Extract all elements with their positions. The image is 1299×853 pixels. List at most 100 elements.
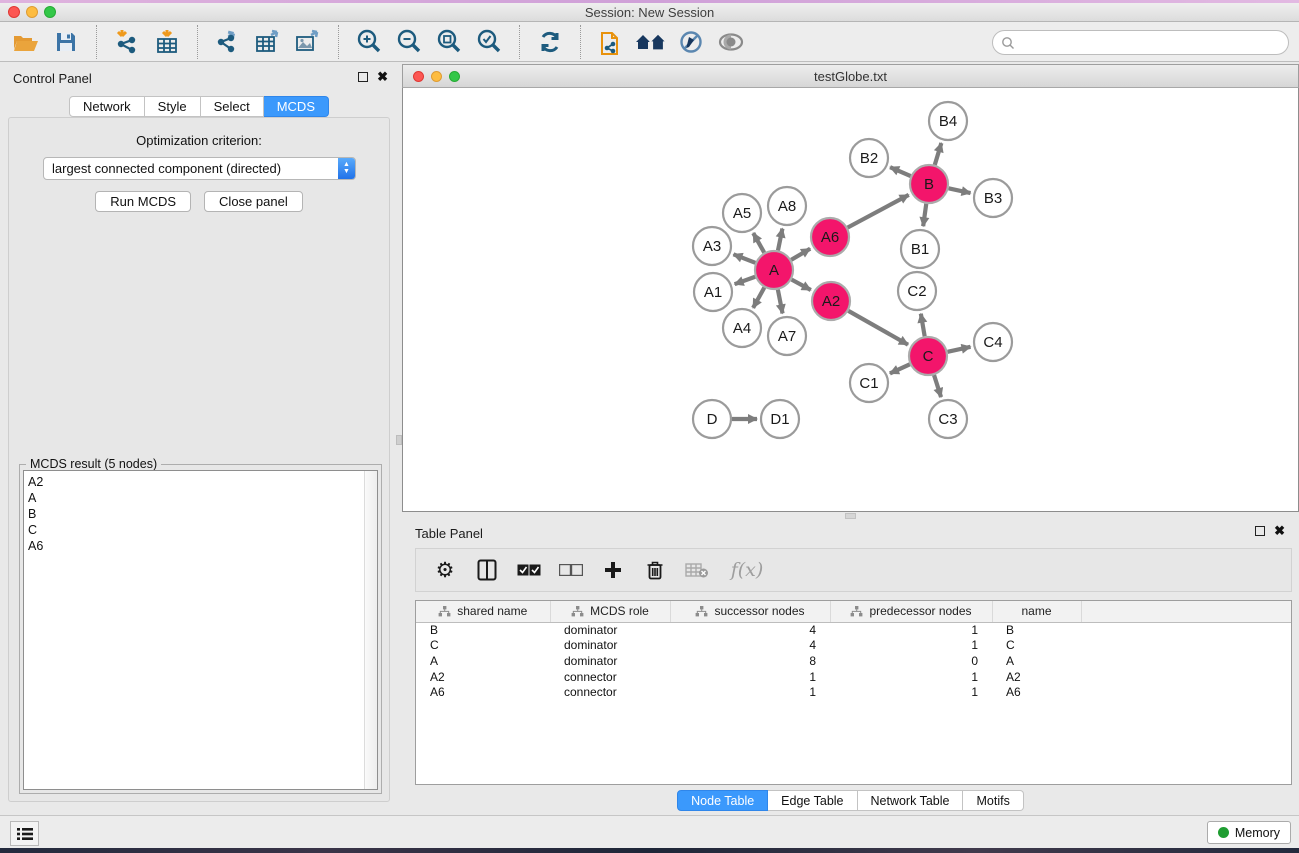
cell-predecessor-nodes[interactable]: 1 xyxy=(830,670,992,686)
close-panel-icon[interactable]: ✖ xyxy=(377,72,388,82)
scrollbar-track[interactable] xyxy=(364,471,377,789)
zoom-fit-button[interactable] xyxy=(429,24,469,60)
cell-shared-name[interactable]: A2 xyxy=(416,670,550,686)
cell-shared-name[interactable]: B xyxy=(416,622,550,638)
eye-button[interactable] xyxy=(711,24,751,60)
search-field[interactable] xyxy=(992,30,1289,55)
edge-A-A3[interactable] xyxy=(733,254,755,262)
mcds-result-item[interactable]: A6 xyxy=(28,538,377,554)
cell-successor-nodes[interactable]: 4 xyxy=(670,622,830,638)
cell-MCDS-role[interactable]: connector xyxy=(550,685,670,701)
cell-predecessor-nodes[interactable]: 1 xyxy=(830,622,992,638)
export-image-button[interactable] xyxy=(288,24,328,60)
zoom-in-button[interactable] xyxy=(349,24,389,60)
cell-MCDS-role[interactable]: dominator xyxy=(550,622,670,638)
node-table[interactable]: shared nameMCDS rolesuccessor nodesprede… xyxy=(415,600,1292,785)
split-divider-grip[interactable] xyxy=(396,435,402,445)
cell-successor-nodes[interactable]: 8 xyxy=(670,654,830,670)
tab-edge-table[interactable]: Edge Table xyxy=(768,790,857,811)
delete-column-button[interactable] xyxy=(642,555,668,585)
column-header-predecessor-nodes[interactable]: predecessor nodes xyxy=(830,601,992,622)
table-row[interactable]: A6connector11A6 xyxy=(416,685,1292,701)
cell-MCDS-role[interactable]: dominator xyxy=(550,638,670,654)
mcds-result-item[interactable]: B xyxy=(28,506,377,522)
column-header-shared-name[interactable]: shared name xyxy=(416,601,550,622)
tab-network-table[interactable]: Network Table xyxy=(858,790,964,811)
search-input[interactable] xyxy=(1015,33,1288,53)
cell-shared-name[interactable]: A6 xyxy=(416,685,550,701)
mcds-result-list[interactable]: A2ABCA6 xyxy=(23,470,378,790)
tab-network[interactable]: Network xyxy=(69,96,145,117)
table-row[interactable]: Cdominator41C xyxy=(416,638,1292,654)
run-mcds-button[interactable]: Run MCDS xyxy=(95,191,191,212)
edge-A-A6[interactable] xyxy=(791,249,810,260)
cell-MCDS-role[interactable]: dominator xyxy=(550,654,670,670)
column-header-MCDS-role[interactable]: MCDS role xyxy=(550,601,670,622)
save-session-button[interactable] xyxy=(46,24,86,60)
refresh-button[interactable] xyxy=(530,24,570,60)
horizontal-divider[interactable] xyxy=(402,512,1299,520)
edge-A-A4[interactable] xyxy=(753,288,764,308)
close-panel-icon[interactable]: ✖ xyxy=(1274,526,1285,536)
cell-MCDS-role[interactable]: connector xyxy=(550,670,670,686)
titlebar[interactable]: Session: New Session xyxy=(0,3,1299,22)
edge-A-A7[interactable] xyxy=(778,290,783,314)
mcds-result-item[interactable]: C xyxy=(28,522,377,538)
add-column-button[interactable] xyxy=(600,555,626,585)
network-window-titlebar[interactable]: testGlobe.txt xyxy=(402,64,1299,88)
column-header-name[interactable]: name xyxy=(992,601,1081,622)
mcds-result-item[interactable]: A xyxy=(28,490,377,506)
network-canvas[interactable]: B4B2BB3A8A5A6A3B1AC2A1A2A4A7C4CC1C3DD1 xyxy=(402,88,1299,512)
cell-name[interactable]: A xyxy=(992,654,1081,670)
cell-name[interactable]: A2 xyxy=(992,670,1081,686)
float-panel-icon[interactable] xyxy=(358,72,368,82)
split-divider-grip[interactable] xyxy=(845,513,856,519)
deselect-all-rows-button[interactable] xyxy=(558,555,584,585)
cell-shared-name[interactable]: A xyxy=(416,654,550,670)
delete-table-button[interactable] xyxy=(684,555,710,585)
task-history-button[interactable] xyxy=(10,821,39,846)
zoom-selected-button[interactable] xyxy=(469,24,509,60)
tab-motifs[interactable]: Motifs xyxy=(963,790,1023,811)
network-graph[interactable]: B4B2BB3A8A5A6A3B1AC2A1A2A4A7C4CC1C3DD1 xyxy=(403,88,1298,510)
memory-button[interactable]: Memory xyxy=(1207,821,1291,844)
network-document-button[interactable] xyxy=(591,24,631,60)
cell-successor-nodes[interactable]: 1 xyxy=(670,685,830,701)
export-network-button[interactable] xyxy=(208,24,248,60)
edge-A-A8[interactable] xyxy=(778,229,782,251)
columns-button[interactable] xyxy=(474,555,500,585)
zoom-out-button[interactable] xyxy=(389,24,429,60)
cell-predecessor-nodes[interactable]: 1 xyxy=(830,638,992,654)
edge-A2-C[interactable] xyxy=(848,311,908,345)
cell-name[interactable]: B xyxy=(992,622,1081,638)
edge-B-B1[interactable] xyxy=(923,204,926,226)
cell-successor-nodes[interactable]: 1 xyxy=(670,670,830,686)
tab-mcds[interactable]: MCDS xyxy=(264,96,329,117)
cell-predecessor-nodes[interactable]: 0 xyxy=(830,654,992,670)
tab-style[interactable]: Style xyxy=(145,96,201,117)
tab-select[interactable]: Select xyxy=(201,96,264,117)
table-row[interactable]: Bdominator41B xyxy=(416,622,1292,638)
import-network-button[interactable] xyxy=(107,24,147,60)
edge-C-C3[interactable] xyxy=(934,375,941,397)
edge-C-C4[interactable] xyxy=(948,347,971,352)
table-row[interactable]: Adominator80A xyxy=(416,654,1292,670)
mcds-result-item[interactable]: A2 xyxy=(28,474,377,490)
edge-B-B4[interactable] xyxy=(935,143,942,165)
hide-annotations-button[interactable] xyxy=(671,24,711,60)
cell-shared-name[interactable]: C xyxy=(416,638,550,654)
tab-node-table[interactable]: Node Table xyxy=(677,790,768,811)
edge-B-B2[interactable] xyxy=(890,167,911,176)
home-button[interactable] xyxy=(631,24,671,60)
cell-successor-nodes[interactable]: 4 xyxy=(670,638,830,654)
cell-name[interactable]: A6 xyxy=(992,685,1081,701)
cell-predecessor-nodes[interactable]: 1 xyxy=(830,685,992,701)
export-table-button[interactable] xyxy=(248,24,288,60)
float-panel-icon[interactable] xyxy=(1255,526,1265,536)
edge-A-A2[interactable] xyxy=(792,280,811,290)
edge-B-B3[interactable] xyxy=(949,188,971,193)
select-all-rows-button[interactable] xyxy=(516,555,542,585)
function-builder-button[interactable]: f(x) xyxy=(726,555,768,585)
column-header-successor-nodes[interactable]: successor nodes xyxy=(670,601,830,622)
close-panel-button[interactable]: Close panel xyxy=(204,191,303,212)
